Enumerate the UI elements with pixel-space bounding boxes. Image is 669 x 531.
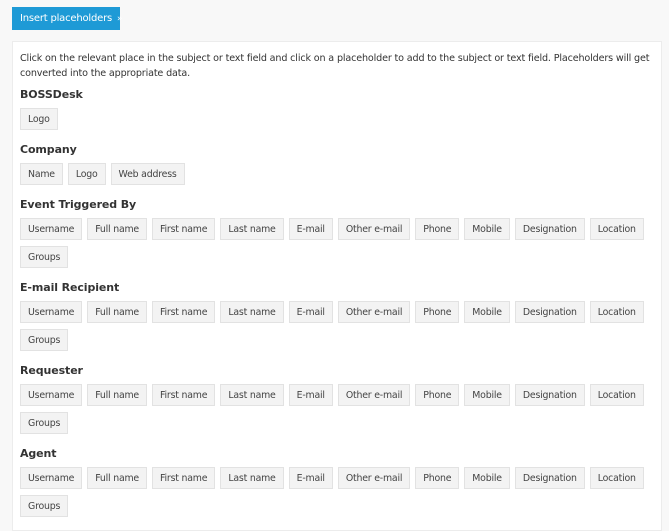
placeholder-chip-web-address[interactable]: Web address xyxy=(110,163,185,185)
placeholder-chip-full-name[interactable]: Full name xyxy=(87,384,148,406)
placeholder-chip-last-name[interactable]: Last name xyxy=(220,467,284,489)
placeholder-chip-location[interactable]: Location xyxy=(589,218,644,240)
placeholder-chip-designation[interactable]: Designation xyxy=(514,384,585,406)
placeholder-chip-designation[interactable]: Designation xyxy=(514,467,585,489)
placeholder-group: Company Name Logo Web address xyxy=(20,142,661,191)
insert-placeholders-button[interactable]: Insert placeholders » xyxy=(12,7,123,30)
placeholder-chip-first-name[interactable]: First name xyxy=(152,384,216,406)
placeholder-chip-list: Username Full name First name Last name E-ma… xyxy=(20,467,660,523)
placeholder-chip-first-name[interactable]: First name xyxy=(152,467,216,489)
placeholder-chip-location[interactable]: Location xyxy=(589,301,644,323)
placeholder-group: Requester Username Full name First name Last… xyxy=(20,363,661,440)
placeholder-chip-designation[interactable]: Designation xyxy=(514,218,585,240)
insert-placeholders-label: Insert placeholders xyxy=(20,13,113,24)
placeholder-chip-other-e-mail[interactable]: Other e-mail xyxy=(337,218,411,240)
placeholder-chip-logo[interactable]: Logo xyxy=(67,163,106,185)
double-chevron-right-icon: » xyxy=(117,14,123,24)
placeholder-chip-list: Logo xyxy=(20,108,660,136)
group-title: BOSSDesk xyxy=(20,88,83,101)
placeholder-chip-other-e-mail[interactable]: Other e-mail xyxy=(337,301,411,323)
placeholder-chip-list: Username Full name First name Last name E-ma… xyxy=(20,301,660,357)
group-title: E-mail Recipient xyxy=(20,281,120,294)
instructions-text: Click on the relevant place in the subje… xyxy=(20,53,650,79)
placeholder-group: E-mail Recipient Username Full name First n… xyxy=(20,280,661,357)
placeholder-chip-first-name[interactable]: First name xyxy=(152,301,216,323)
placeholder-chip-groups[interactable]: Groups xyxy=(20,495,69,517)
placeholder-chip-name[interactable]: Name xyxy=(20,163,63,185)
placeholder-chip-other-e-mail[interactable]: Other e-mail xyxy=(337,467,411,489)
placeholder-chip-phone[interactable]: Phone xyxy=(415,467,460,489)
placeholder-groups: BOSSDesk Logo Company Name Logo Web address Ev… xyxy=(20,87,661,523)
placeholder-chip-groups[interactable]: Groups xyxy=(20,246,69,268)
placeholder-chip-e-mail[interactable]: E-mail xyxy=(288,384,333,406)
placeholder-chip-list: Name Logo Web address xyxy=(20,163,660,191)
placeholder-chip-last-name[interactable]: Last name xyxy=(220,384,284,406)
placeholder-chip-last-name[interactable]: Last name xyxy=(220,218,284,240)
placeholder-chip-location[interactable]: Location xyxy=(589,467,644,489)
placeholder-chip-first-name[interactable]: First name xyxy=(152,218,216,240)
placeholder-chip-username[interactable]: Username xyxy=(20,384,83,406)
placeholder-chip-mobile[interactable]: Mobile xyxy=(464,384,510,406)
placeholders-panel: Click on the relevant place in the subje… xyxy=(12,41,662,531)
placeholder-chip-e-mail[interactable]: E-mail xyxy=(288,467,333,489)
placeholder-chip-mobile[interactable]: Mobile xyxy=(464,218,510,240)
placeholder-chip-username[interactable]: Username xyxy=(20,218,83,240)
placeholder-chip-other-e-mail[interactable]: Other e-mail xyxy=(337,384,411,406)
group-title: Event Triggered By xyxy=(20,198,137,211)
group-title: Company xyxy=(20,143,77,156)
placeholder-chip-designation[interactable]: Designation xyxy=(514,301,585,323)
placeholder-chip-mobile[interactable]: Mobile xyxy=(464,301,510,323)
placeholder-chip-username[interactable]: Username xyxy=(20,467,83,489)
placeholder-chip-phone[interactable]: Phone xyxy=(415,384,460,406)
placeholder-chip-username[interactable]: Username xyxy=(20,301,83,323)
group-title: Requester xyxy=(20,364,83,377)
placeholder-chip-full-name[interactable]: Full name xyxy=(87,467,148,489)
placeholder-chip-last-name[interactable]: Last name xyxy=(220,301,284,323)
placeholder-chip-e-mail[interactable]: E-mail xyxy=(288,218,333,240)
placeholder-group: Agent Username Full name First name Last nam… xyxy=(20,446,661,523)
placeholder-chip-e-mail[interactable]: E-mail xyxy=(288,301,333,323)
placeholder-chip-location[interactable]: Location xyxy=(589,384,644,406)
placeholder-group: Event Triggered By Username Full name First… xyxy=(20,197,661,274)
group-title: Agent xyxy=(20,447,57,460)
placeholder-chip-phone[interactable]: Phone xyxy=(415,301,460,323)
placeholder-group: BOSSDesk Logo xyxy=(20,87,661,136)
placeholder-chip-full-name[interactable]: Full name xyxy=(87,301,148,323)
placeholder-chip-logo[interactable]: Logo xyxy=(20,108,58,130)
placeholder-chip-mobile[interactable]: Mobile xyxy=(464,467,510,489)
placeholder-chip-phone[interactable]: Phone xyxy=(415,218,460,240)
placeholder-chip-groups[interactable]: Groups xyxy=(20,329,69,351)
placeholder-chip-groups[interactable]: Groups xyxy=(20,412,69,434)
placeholder-chip-list: Username Full name First name Last name E-ma… xyxy=(20,384,660,440)
placeholder-chip-list: Username Full name First name Last name E-ma… xyxy=(20,218,660,274)
placeholder-chip-full-name[interactable]: Full name xyxy=(87,218,148,240)
